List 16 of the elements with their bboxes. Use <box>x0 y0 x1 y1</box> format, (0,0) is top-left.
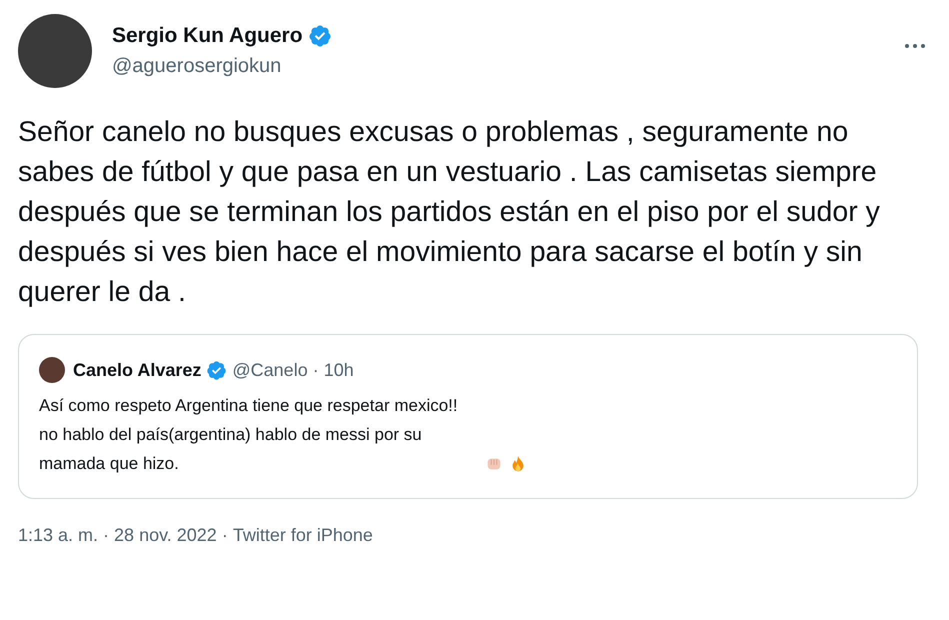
more-options-icon[interactable] <box>903 42 927 50</box>
quoted-author-name: Canelo Alvarez <box>73 360 202 380</box>
quoted-tweet-text: Así como respeto Argentina tiene que respetar mexico!! no hablo del país(argentina) hablo de messi por su mamada que hizo. <box>39 395 459 475</box>
separator-dot: · <box>103 525 110 546</box>
tweet-text: Señor canelo no busques excusas o problemas , seguramente no sabes de fútbol y que pasa en un vestuario . Las camisetas siempre después que se terminan los partidos están en el piso por el sudor y después si ves bien hace el movimiento para sacarse el botín y sin querer le da . <box>18 115 881 310</box>
separator-dot: · <box>312 360 319 380</box>
author-handle[interactable]: @aguerosergiokun <box>112 55 332 78</box>
tweet-date[interactable]: 28 nov. 2022 <box>114 525 217 546</box>
tweet-time[interactable]: 1:13 a. m. <box>18 525 98 546</box>
avatar <box>39 357 65 383</box>
quoted-tweet-card[interactable]: Canelo Alvarez @Canelo · 10h Así como respeto Argentina tiene que respetar mexico!! no hablo del país(argentina) hablo de messi por su mamada que hizo. <box>18 334 918 499</box>
quoted-author-handle: @Canelo <box>232 360 308 380</box>
tweet-source[interactable]: Twitter for iPhone <box>232 525 373 546</box>
author-name[interactable]: Sergio Kun Aguero <box>112 24 303 48</box>
separator-dot: · <box>222 525 228 546</box>
quoted-tweet-time: 10h <box>324 360 354 380</box>
